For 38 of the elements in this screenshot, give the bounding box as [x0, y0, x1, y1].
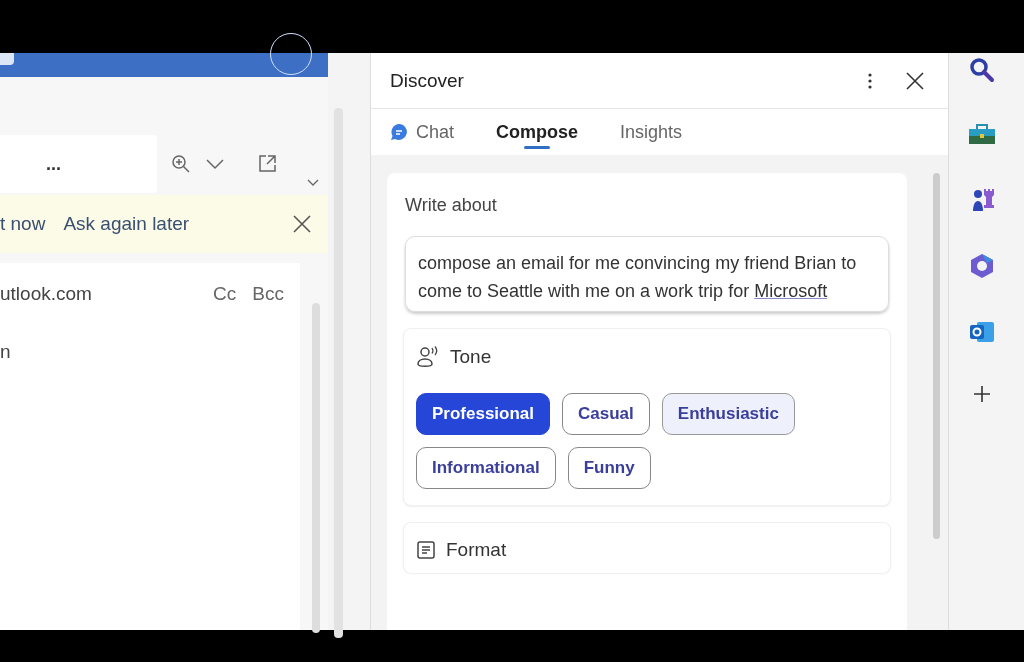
panel-tab[interactable]: Compose [496, 109, 579, 155]
tone-chip[interactable]: Informational [416, 447, 556, 489]
more-options-icon[interactable] [868, 72, 872, 89]
toolbox-icon[interactable] [967, 123, 996, 145]
search-icon[interactable] [968, 57, 995, 83]
recipient-text: utlook.com [0, 283, 93, 305]
tone-chip[interactable]: Professional [416, 393, 551, 435]
document-icon [416, 540, 436, 560]
scrollbar[interactable] [334, 108, 343, 638]
ring-logo-icon[interactable] [968, 253, 995, 279]
pop-out-icon[interactable] [257, 154, 277, 174]
banner-link[interactable]: t now [0, 213, 46, 235]
ask-later-link[interactable]: Ask again later [63, 213, 190, 235]
zoom-icon[interactable] [171, 154, 191, 174]
voice-icon [416, 345, 440, 369]
scrollbar[interactable] [933, 173, 940, 539]
chat-bubble-icon [390, 123, 408, 141]
tone-chip[interactable]: Casual [562, 393, 650, 435]
tone-chip[interactable]: Enthusiastic [661, 393, 795, 435]
panel-tab[interactable]: Insights [620, 109, 683, 155]
cc-link[interactable]: Cc [213, 283, 237, 305]
scrollbar[interactable] [312, 303, 320, 633]
section-label: Tone [450, 346, 492, 368]
section-label: Format [446, 539, 507, 561]
prompt-field[interactable]: compose an email for me convincing my friend Brian to come to Seattle with me on a work trip for Microsoft [405, 236, 890, 312]
tone-chip[interactable]: Funny [567, 447, 651, 489]
chevron-down-icon[interactable] [205, 158, 225, 170]
close-icon[interactable] [906, 71, 924, 90]
bcc-link[interactable]: Bcc [252, 283, 284, 305]
mail-app-icon[interactable] [968, 319, 995, 345]
chevron-down-icon[interactable] [307, 179, 319, 187]
more-button[interactable]: ... [44, 153, 63, 175]
add-icon[interactable] [972, 385, 991, 403]
section-label: Write about [405, 195, 498, 216]
panel-title: Discover [390, 69, 465, 92]
close-icon[interactable] [292, 214, 312, 234]
subject-text: n [0, 341, 12, 363]
panel-tab[interactable]: Chat [390, 109, 455, 155]
